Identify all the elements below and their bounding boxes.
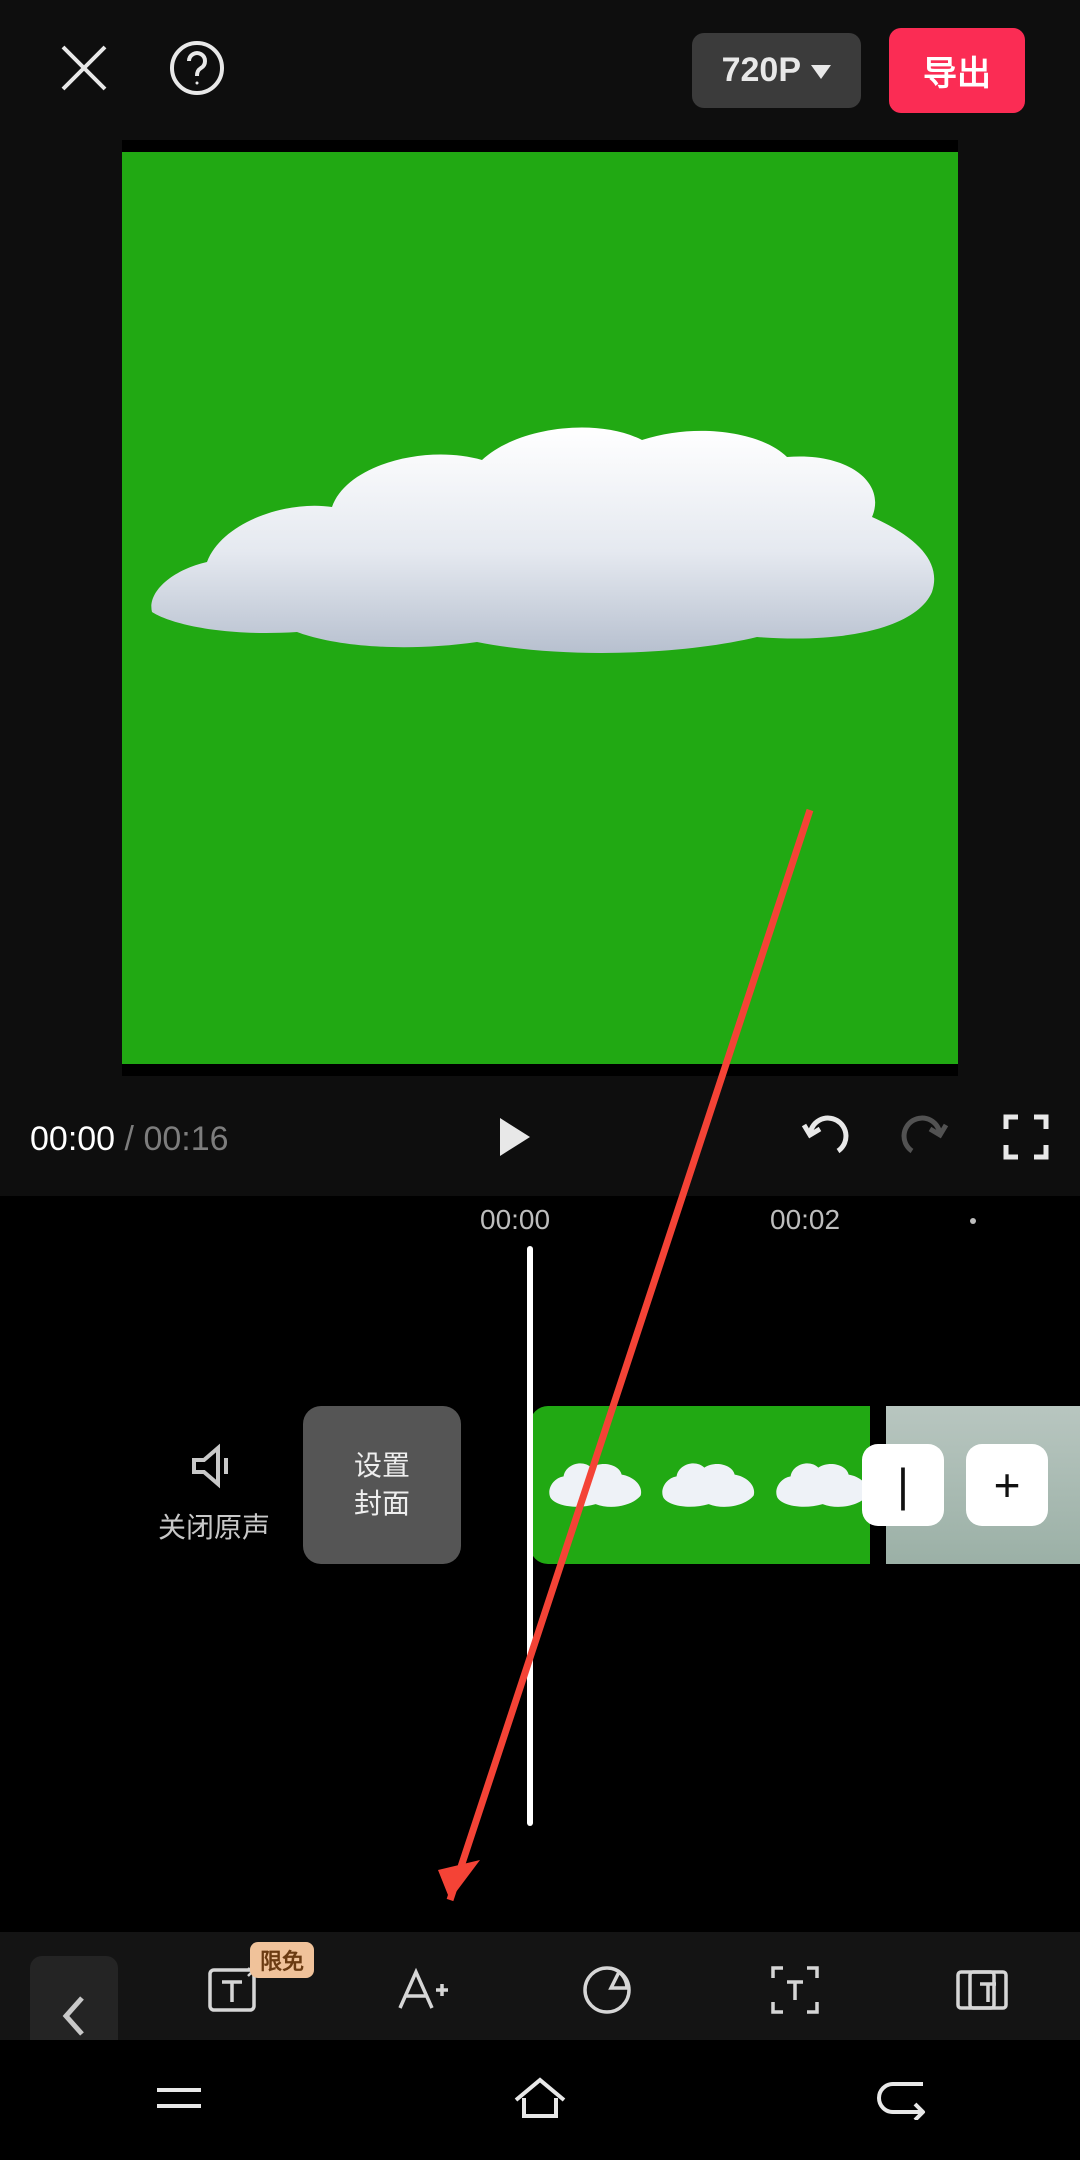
cloud-thumb-icon [775, 1455, 870, 1515]
template-icon [952, 1960, 1012, 2020]
transition-button[interactable]: | [862, 1444, 944, 1526]
top-bar: 720P 导出 [0, 0, 1080, 140]
cloud-thumb-icon [548, 1455, 643, 1515]
cover-label-1: 设置 [354, 1447, 410, 1485]
playback-bar: 00:00 / 00:16 [0, 1094, 1080, 1184]
play-button[interactable] [488, 1112, 538, 1167]
close-icon[interactable] [55, 39, 113, 102]
menu-button[interactable] [151, 2078, 207, 2123]
export-label: 导出 [923, 55, 991, 93]
playhead[interactable] [527, 1246, 533, 1826]
speaker-icon [186, 1438, 242, 1494]
video-preview[interactable] [122, 140, 958, 1076]
help-icon[interactable] [168, 39, 226, 102]
fullscreen-button[interactable] [1002, 1113, 1050, 1166]
time-display: 00:00 / 00:16 [30, 1120, 229, 1159]
redo-button [900, 1111, 952, 1168]
mute-label: 关闭原声 [158, 1506, 270, 1546]
time-separator: / [115, 1120, 143, 1158]
clip-1[interactable] [530, 1406, 870, 1564]
free-badge: 限免 [250, 1942, 314, 1978]
cloud-graphic [147, 422, 937, 682]
resolution-button[interactable]: 720P [692, 33, 861, 108]
timeline-area[interactable]: 关闭原声 设置 封面 | + [0, 1246, 1080, 1932]
chevron-down-icon [811, 65, 831, 79]
text-add-icon [390, 1960, 450, 2020]
ruler-mark: 00:00 [480, 1204, 550, 1236]
home-button[interactable] [510, 2074, 570, 2127]
ruler-mark: 00:02 [770, 1204, 840, 1236]
mute-audio-button[interactable]: 关闭原声 [158, 1438, 270, 1546]
add-clip-button[interactable]: + [966, 1444, 1048, 1526]
back-nav-button[interactable] [873, 2076, 929, 2125]
preview-frame [122, 152, 958, 1064]
cover-label-2: 封面 [354, 1485, 410, 1523]
sticker-icon [577, 1960, 637, 2020]
set-cover-button[interactable]: 设置 封面 [303, 1406, 461, 1564]
cloud-thumb-icon [661, 1455, 756, 1515]
scan-text-icon [765, 1960, 825, 2020]
undo-button[interactable] [798, 1111, 850, 1168]
ruler-dot [970, 1218, 976, 1224]
resolution-label: 720P [722, 51, 801, 90]
export-button[interactable]: 导出 [889, 28, 1025, 113]
total-time: 00:16 [143, 1120, 228, 1158]
current-time: 00:00 [30, 1120, 115, 1158]
system-nav-bar [0, 2040, 1080, 2160]
timeline-ruler[interactable]: 00:00 00:02 [0, 1196, 1080, 1246]
